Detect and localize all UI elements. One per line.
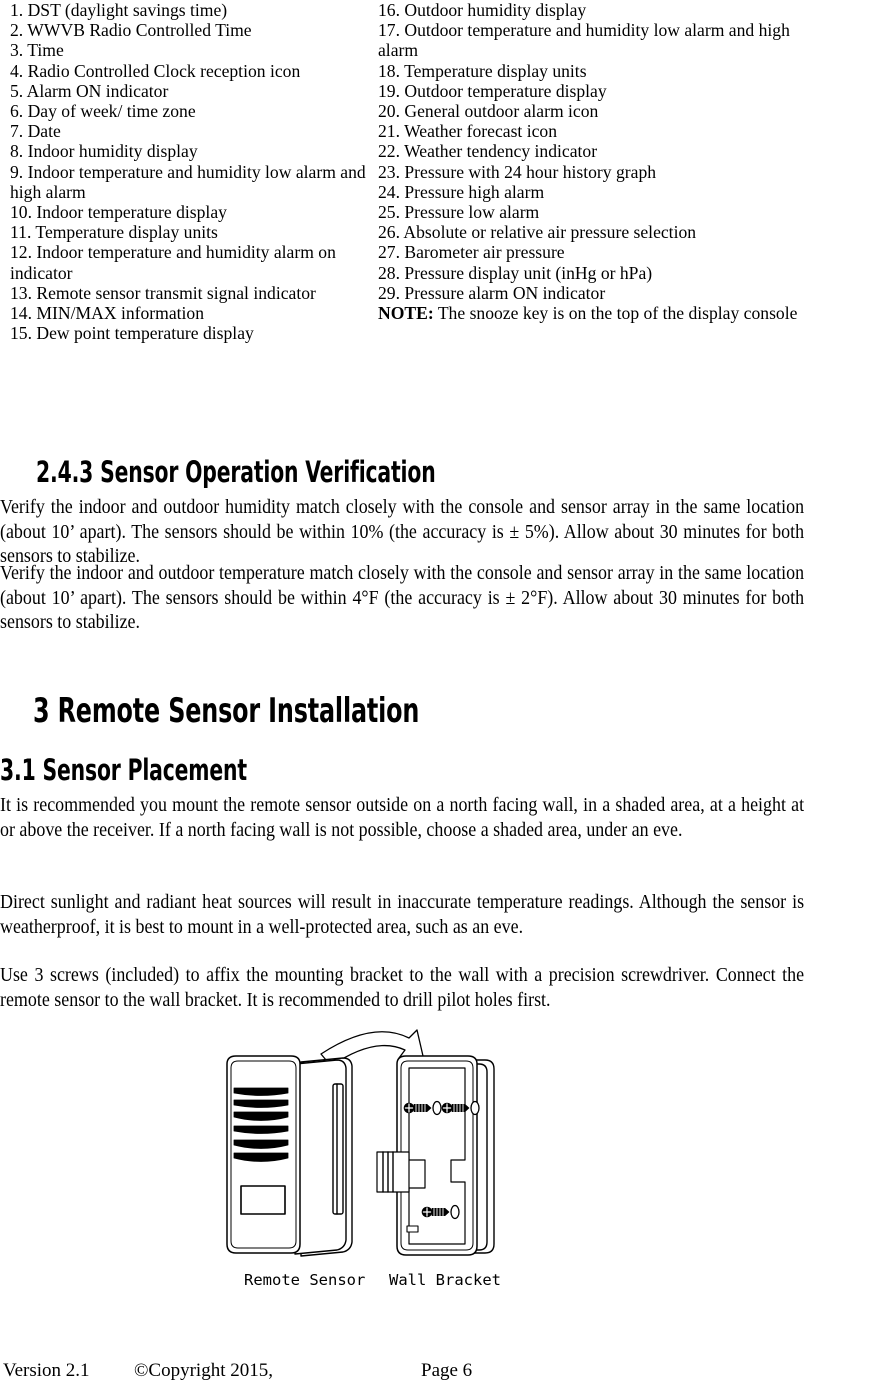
list-item: 9. Indoor temperature and humidity low a… (10, 161, 371, 202)
screw-hole (470, 1100, 480, 1116)
list-item: 19. Outdoor temperature display (378, 80, 607, 101)
remote-sensor-wall-bracket-diagram: Remote Sensor Wall Bracket (203, 1012, 533, 1304)
list-item: 8. Indoor humidity display (10, 141, 198, 162)
list-item: 6. Day of week/ time zone (10, 101, 196, 122)
screw-hole (432, 1100, 442, 1116)
list-item: 1. DST (daylight savings time) (10, 0, 228, 20)
footer-copyright: ©Copyright 2015, (134, 1360, 273, 1381)
note-text: The snooze key is on the top of the disp… (433, 303, 798, 324)
list-item: 13. Remote sensor transmit signal indica… (10, 282, 316, 303)
list-item: 25. Pressure low alarm (378, 202, 540, 223)
screw-icon (421, 1206, 450, 1218)
list-item: 14. MIN/MAX information (10, 303, 205, 324)
list-item: 11. Temperature display units (10, 222, 218, 243)
list-item: 23. Pressure with 24 hour history graph (378, 161, 657, 182)
list-item: 18. Temperature display units (378, 60, 587, 81)
list-item: 21. Weather forecast icon (378, 121, 558, 142)
list-item: 27. Barometer air pressure (378, 242, 565, 263)
list-item: 12. Indoor temperature and humidity alar… (10, 242, 341, 283)
list-item: 20. General outdoor alarm icon (378, 101, 599, 122)
paragraph-humidity-verification: Verify the indoor and outdoor humidity m… (0, 497, 805, 568)
paragraph-temperature-verification: Verify the indoor and outdoor temperatur… (0, 563, 805, 634)
paragraph-placement-recommendation: It is recommended you mount the remote s… (0, 795, 805, 841)
heading-sensor-operation-verification: 2.4.3 Sensor Operation Verification (36, 455, 436, 489)
heading-remote-sensor-installation: 3 Remote Sensor Installation (33, 691, 420, 731)
list-item: 22. Weather tendency indicator (378, 141, 598, 162)
list-item: 4. Radio Controlled Clock reception icon (10, 60, 301, 81)
list-item: 7. Date (10, 121, 61, 142)
page-footer: Version 2.1 ©Copyright 2015, Page 6 (0, 1360, 874, 1384)
sensor-display-window (240, 1185, 286, 1215)
legend-column-left: 1. DST (daylight savings time) 2. WWVB R… (10, 0, 370, 343)
screw-hole (450, 1204, 460, 1220)
list-item: 28. Pressure display unit (inHg or hPa) (378, 262, 653, 283)
paragraph-sunlight-warning: Direct sunlight and radiant heat sources… (0, 892, 805, 938)
legend-column-right: 16. Outdoor humidity display 17. Outdoor… (378, 0, 798, 323)
list-item: 15. Dew point temperature display (10, 323, 254, 344)
heading-sensor-placement: 3.1 Sensor Placement (0, 753, 247, 787)
list-item: 26. Absolute or relative air pressure se… (378, 222, 697, 243)
list-item: 10. Indoor temperature display (10, 202, 227, 223)
screw-icon (403, 1102, 432, 1114)
legend-note: NOTE: The snooze key is on the top of th… (378, 303, 798, 323)
list-item: 29. Pressure alarm ON indicator (378, 282, 606, 303)
list-item: 5. Alarm ON indicator (10, 80, 169, 101)
list-item: 16. Outdoor humidity display (378, 0, 587, 20)
list-item: 2. WWVB Radio Controlled Time (10, 20, 252, 41)
diagram-label-remote-sensor: Remote Sensor (244, 1271, 365, 1289)
list-item: 3. Time (10, 40, 64, 61)
footer-page-number: Page 6 (421, 1360, 473, 1381)
list-item: 17. Outdoor temperature and humidity low… (378, 20, 795, 61)
note-label: NOTE: (378, 303, 434, 324)
diagram-label-wall-bracket: Wall Bracket (389, 1271, 501, 1289)
screw-icon (441, 1102, 470, 1114)
paragraph-screws-instruction: Use 3 screws (included) to affix the mou… (0, 965, 805, 1011)
list-item: 24. Pressure high alarm (378, 181, 545, 202)
footer-version: Version 2.1 (3, 1360, 90, 1381)
